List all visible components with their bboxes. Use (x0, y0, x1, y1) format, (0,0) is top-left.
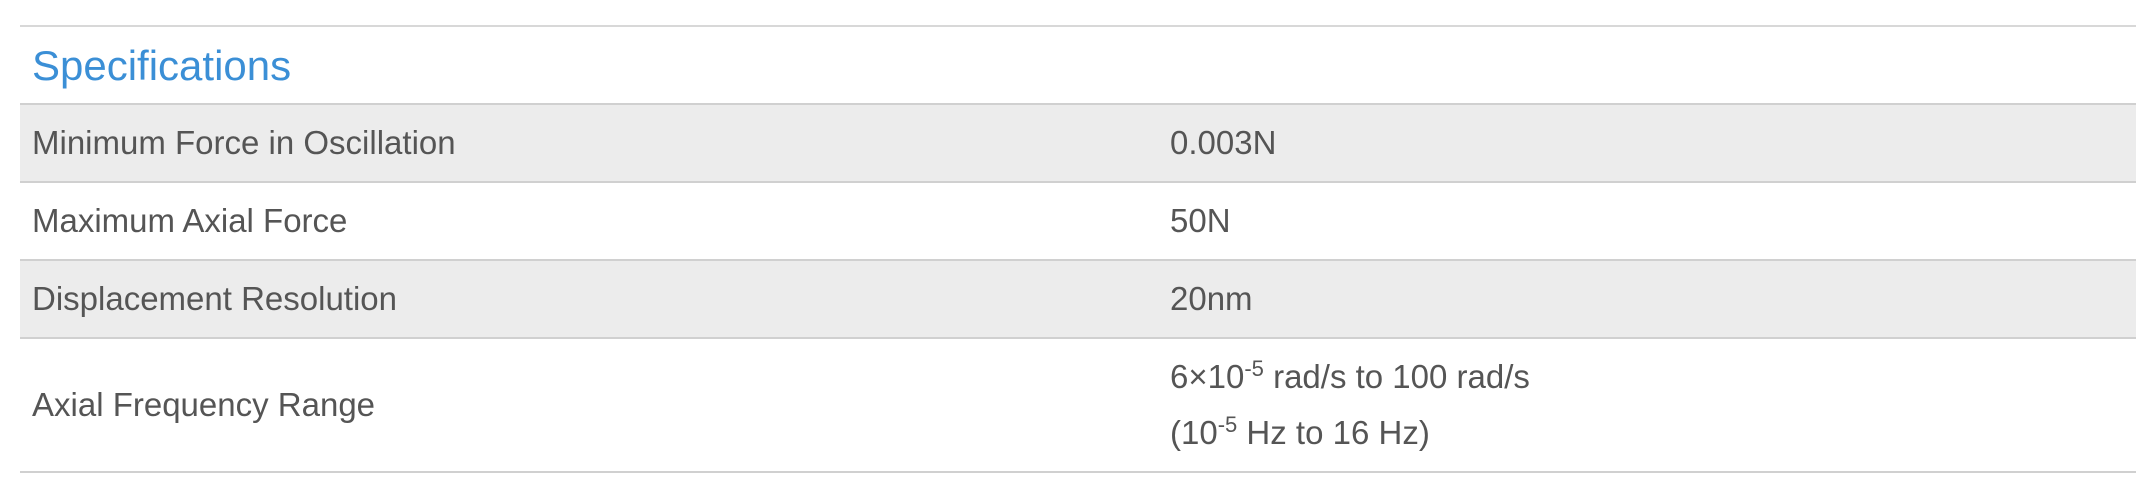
section-title: Specifications (20, 27, 2136, 105)
spec-row-maximum-axial-force: Maximum Axial Force 50N (20, 183, 2136, 261)
spec-value: 6×10-5 rad/s to 100 rad/s (10-5 Hz to 16… (1170, 349, 2136, 461)
spec-row-minimum-force: Minimum Force in Oscillation 0.003N (20, 105, 2136, 183)
value-base: (10 (1170, 414, 1218, 451)
spec-value: 20nm (1170, 280, 1253, 317)
value-exponent: -5 (1217, 412, 1238, 437)
value-base: 6×10 (1170, 358, 1245, 395)
value-rest: rad/s to 100 rad/s (1263, 358, 1530, 395)
spec-value-line-1: 6×10-5 rad/s to 100 rad/s (1170, 349, 2136, 405)
value-rest: Hz to 16 Hz) (1237, 414, 1430, 451)
value-exponent: -5 (1244, 356, 1264, 381)
spec-value: 0.003N (1170, 124, 1277, 161)
spec-value-line-2: (10-5 Hz to 16 Hz) (1170, 405, 2136, 461)
spec-label: Displacement Resolution (32, 280, 398, 317)
spec-value: 50N (1170, 202, 1231, 239)
specifications-table: Specifications Minimum Force in Oscillat… (20, 25, 2136, 473)
spec-label: Axial Frequency Range (32, 386, 376, 423)
spec-row-displacement-resolution: Displacement Resolution 20nm (20, 261, 2136, 339)
spec-label: Minimum Force in Oscillation (32, 124, 456, 161)
spec-label: Maximum Axial Force (32, 202, 348, 239)
spec-row-axial-frequency-range: Axial Frequency Range 6×10-5 rad/s to 10… (20, 339, 2136, 473)
